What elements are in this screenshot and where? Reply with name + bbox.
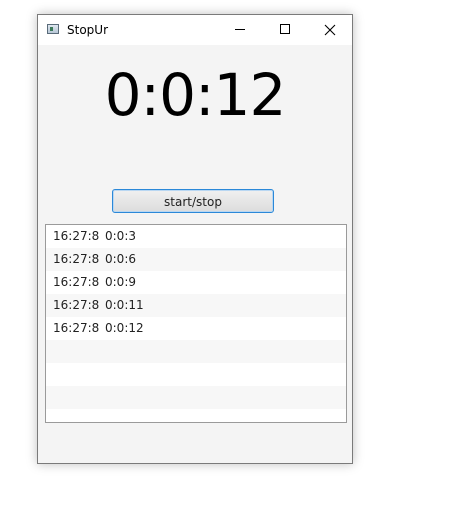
list-item[interactable]: 16:27:8 0:0:12 [46,317,346,340]
list-item[interactable] [46,363,346,386]
list-item[interactable]: 16:27:8 0:0:11 [46,294,346,317]
app-window: StopUr 0:0:12 start/stop 16:27:8 0:0:3 16… [37,14,353,464]
lap-elapsed: 0:0:9 [105,275,136,289]
list-item[interactable]: 16:27:8 0:0:6 [46,248,346,271]
lap-list[interactable]: 16:27:8 0:0:3 16:27:8 0:0:6 16:27:8 0:0:9 1… [45,224,347,423]
list-item[interactable] [46,386,346,409]
lap-time: 16:27:8 [53,229,100,243]
list-item[interactable]: 16:27:8 0:0:3 [46,225,346,248]
lap-time: 16:27:8 [53,252,100,266]
list-item[interactable]: 16:27:8 0:0:9 [46,271,346,294]
list-item[interactable] [46,340,346,363]
maximize-icon [280,24,290,34]
maximize-button[interactable] [262,15,307,45]
close-button[interactable] [307,15,352,45]
lap-time: 16:27:8 [53,275,100,289]
lap-elapsed: 0:0:12 [105,321,144,335]
lap-time: 16:27:8 [53,298,100,312]
close-icon [324,24,336,36]
start-stop-button[interactable]: start/stop [112,189,274,213]
lap-elapsed: 0:0:11 [105,298,144,312]
lap-elapsed: 0:0:6 [105,252,136,266]
lap-time: 16:27:8 [53,321,100,335]
lap-elapsed: 0:0:3 [105,229,136,243]
window-title: StopUr [67,23,108,37]
title-bar[interactable]: StopUr [38,15,352,45]
minimize-button[interactable] [217,15,262,45]
timer-display: 0:0:12 [104,61,287,129]
minimize-icon [235,29,245,30]
app-icon [47,24,59,34]
